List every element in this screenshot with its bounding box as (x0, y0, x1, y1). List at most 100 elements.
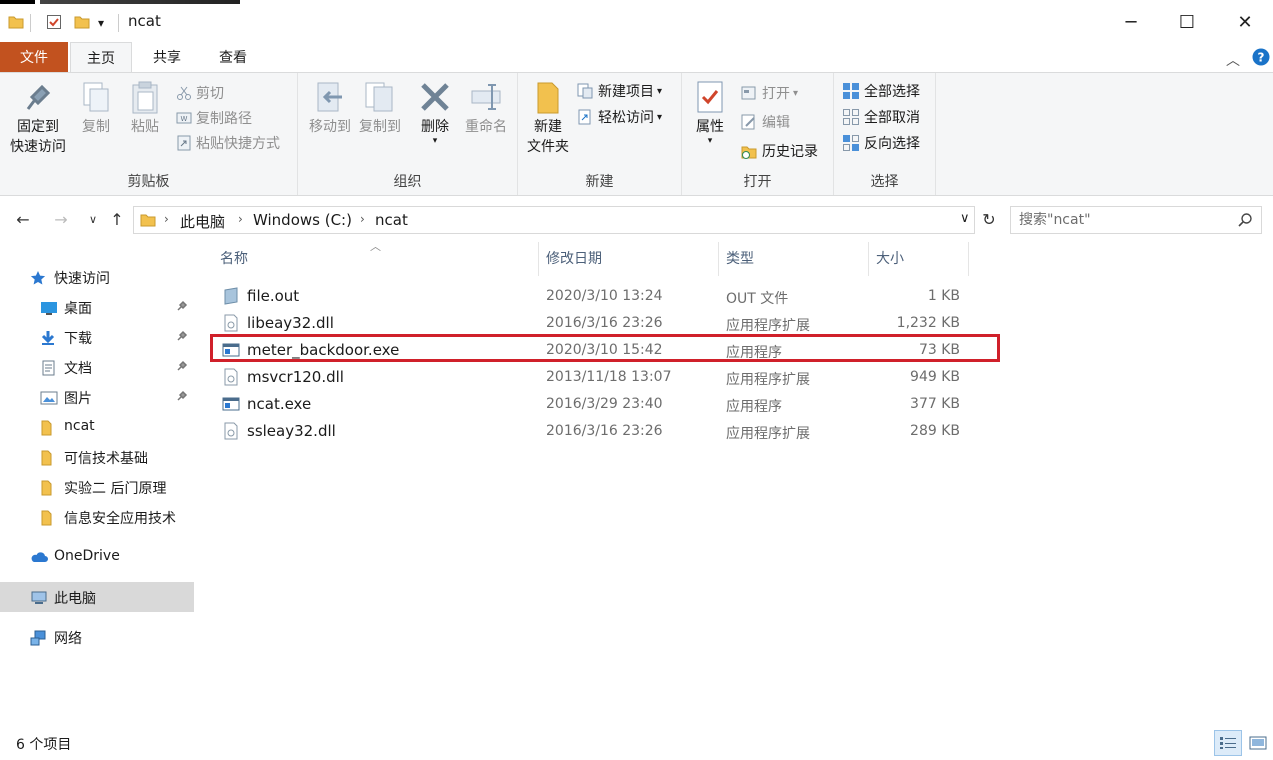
file-type: 应用程序扩展 (726, 426, 810, 442)
minimize-button[interactable]: ─ (1102, 0, 1160, 44)
search-input[interactable] (1019, 210, 1229, 230)
pin-icon[interactable] (176, 300, 188, 316)
move-to-icon (317, 82, 342, 112)
copy-to-button[interactable]: 复制到 (354, 79, 406, 137)
breadcrumb-windows-c[interactable]: Windows (C:) (253, 211, 352, 229)
file-name: file.out (247, 287, 300, 305)
back-arrow-icon[interactable]: ← (12, 208, 34, 230)
move-to-button[interactable]: 移动到 (304, 79, 356, 137)
delete-x-icon (421, 83, 449, 111)
details-view-icon[interactable] (1214, 730, 1242, 756)
paste-icon (132, 81, 158, 114)
breadcrumb-separator-icon[interactable]: › (238, 212, 243, 226)
paste-button[interactable]: 粘贴 (122, 79, 168, 137)
forward-arrow-icon[interactable]: → (50, 208, 72, 230)
nav-item-infosec-tech[interactable]: 信息安全应用技术 (0, 502, 194, 532)
new-folder-quick-icon[interactable] (74, 14, 90, 32)
new-item-button[interactable]: 新建项目 ▾ (576, 79, 662, 103)
recent-locations-chevron-icon[interactable]: ∨ (82, 208, 104, 230)
nav-item-desktop[interactable]: 桌面 (0, 292, 194, 322)
rename-button[interactable]: 重命名 (460, 79, 512, 137)
cut-button[interactable]: 剪切 (176, 81, 224, 105)
nav-item-ncat[interactable]: ncat (0, 412, 194, 442)
column-header-name[interactable]: 名称 (220, 248, 248, 268)
file-row[interactable]: meter_backdoor.exe 2020/3/10 15:42 应用程序 … (210, 337, 1000, 364)
search-box[interactable] (1010, 206, 1262, 234)
file-modified: 2016/3/16 23:26 (546, 423, 663, 439)
file-row[interactable]: file.out 2020/3/10 13:24 OUT 文件 1 KB (210, 283, 1000, 310)
customize-quick-access-icon[interactable]: ▾ (98, 16, 104, 34)
close-button[interactable]: ✕ (1216, 0, 1273, 44)
nav-this-pc[interactable]: 此电脑 (0, 582, 194, 612)
select-none-icon (843, 109, 859, 125)
breadcrumb-ncat[interactable]: ncat (375, 211, 408, 229)
new-group-label: 新建 (585, 174, 614, 190)
up-arrow-icon[interactable]: ↑ (106, 208, 128, 230)
properties-icon (697, 81, 723, 113)
nav-network[interactable]: 网络 (0, 622, 194, 652)
pin-to-quick-access-button[interactable]: 固定到 快速访问 (6, 79, 70, 157)
delete-button[interactable]: 删除 ▾ (414, 79, 456, 146)
file-type: 应用程序 (726, 399, 782, 415)
star-icon (30, 271, 46, 285)
large-icons-view-icon[interactable] (1244, 730, 1272, 756)
search-icon[interactable] (1237, 212, 1253, 232)
item-count: 6 个项目 (16, 737, 72, 753)
select-all-icon (843, 83, 859, 99)
help-icon[interactable]: ? (1252, 48, 1270, 70)
edit-button[interactable]: 编辑 (740, 110, 790, 134)
easy-access-button[interactable]: 轻松访问 ▾ (576, 105, 662, 129)
history-button[interactable]: 历史记录 (740, 139, 818, 163)
nav-quick-access[interactable]: 快速访问 (0, 262, 194, 292)
breadcrumb-separator-icon[interactable]: › (360, 212, 365, 226)
new-folder-button[interactable]: 新建 文件夹 (522, 79, 574, 157)
nav-item-downloads[interactable]: 下载 (0, 322, 194, 352)
nav-item-documents[interactable]: 文档 (0, 352, 194, 382)
window-title: ncat (128, 12, 161, 30)
properties-button[interactable]: 属性 ▾ (688, 79, 732, 146)
breadcrumb-this-pc[interactable]: 此电脑 (180, 211, 225, 232)
copy-button[interactable]: 复制 (74, 79, 118, 137)
file-type: 应用程序扩展 (726, 372, 810, 388)
open-button[interactable]: 打开 ▾ (740, 81, 798, 105)
file-size: 73 KB (918, 342, 960, 358)
nav-item-pictures[interactable]: 图片 (0, 382, 194, 412)
file-row[interactable]: ncat.exe 2016/3/29 23:40 应用程序 377 KB (210, 391, 1000, 418)
file-size: 1 KB (927, 288, 960, 304)
new-folder-icon (537, 82, 559, 114)
nav-item-trusted-tech[interactable]: 可信技术基础 (0, 442, 194, 472)
column-header-size[interactable]: 大小 (876, 248, 904, 268)
download-arrow-icon (41, 331, 55, 345)
pin-icon[interactable] (176, 360, 188, 376)
tab-file[interactable]: 文件 (0, 42, 68, 72)
pin-icon[interactable] (176, 330, 188, 346)
copy-path-button[interactable]: W 复制路径 (176, 106, 252, 130)
exe-file-icon (222, 343, 240, 357)
invert-selection-button[interactable]: 反向选择 (842, 131, 920, 155)
file-modified: 2016/3/16 23:26 (546, 315, 663, 331)
tab-view[interactable]: 查看 (202, 42, 264, 72)
properties-quick-icon[interactable] (46, 14, 62, 32)
nav-onedrive[interactable]: OneDrive (0, 542, 194, 572)
address-dropdown-chevron-icon[interactable]: ∨ (960, 211, 970, 226)
file-row[interactable]: ssleay32.dll 2016/3/16 23:26 应用程序扩展 289 … (210, 418, 1000, 445)
select-all-button[interactable]: 全部选择 (842, 79, 920, 103)
tab-share[interactable]: 共享 (136, 42, 198, 72)
open-group: 属性 ▾ 打开 ▾ 编辑 历史记录 打开 (682, 73, 834, 195)
file-list: ︿ 名称 修改日期 类型 大小 file.out 2020/3/10 13:24… (200, 238, 1273, 728)
column-header-modified[interactable]: 修改日期 (546, 248, 602, 268)
address-bar[interactable]: › 此电脑 › Windows (C:) › ncat ∨ (133, 206, 975, 234)
svg-text:W: W (181, 115, 188, 123)
tab-home[interactable]: 主页 (70, 42, 132, 73)
refresh-icon[interactable]: ↻ (978, 208, 1000, 230)
paste-shortcut-button[interactable]: 粘贴快捷方式 (176, 131, 280, 155)
collapse-ribbon-icon[interactable]: ︿ (1226, 50, 1240, 70)
breadcrumb-separator-icon[interactable]: › (164, 212, 169, 226)
file-row[interactable]: msvcr120.dll 2013/11/18 13:07 应用程序扩展 949… (210, 364, 1000, 391)
nav-item-backdoor-lab[interactable]: 实验二 后门原理 (0, 472, 194, 502)
column-header-type[interactable]: 类型 (726, 248, 754, 268)
pin-icon[interactable] (176, 390, 188, 406)
maximize-button[interactable]: ☐ (1158, 0, 1216, 44)
file-row[interactable]: libeay32.dll 2016/3/16 23:26 应用程序扩展 1,23… (210, 310, 1000, 337)
select-none-button[interactable]: 全部取消 (842, 105, 920, 129)
